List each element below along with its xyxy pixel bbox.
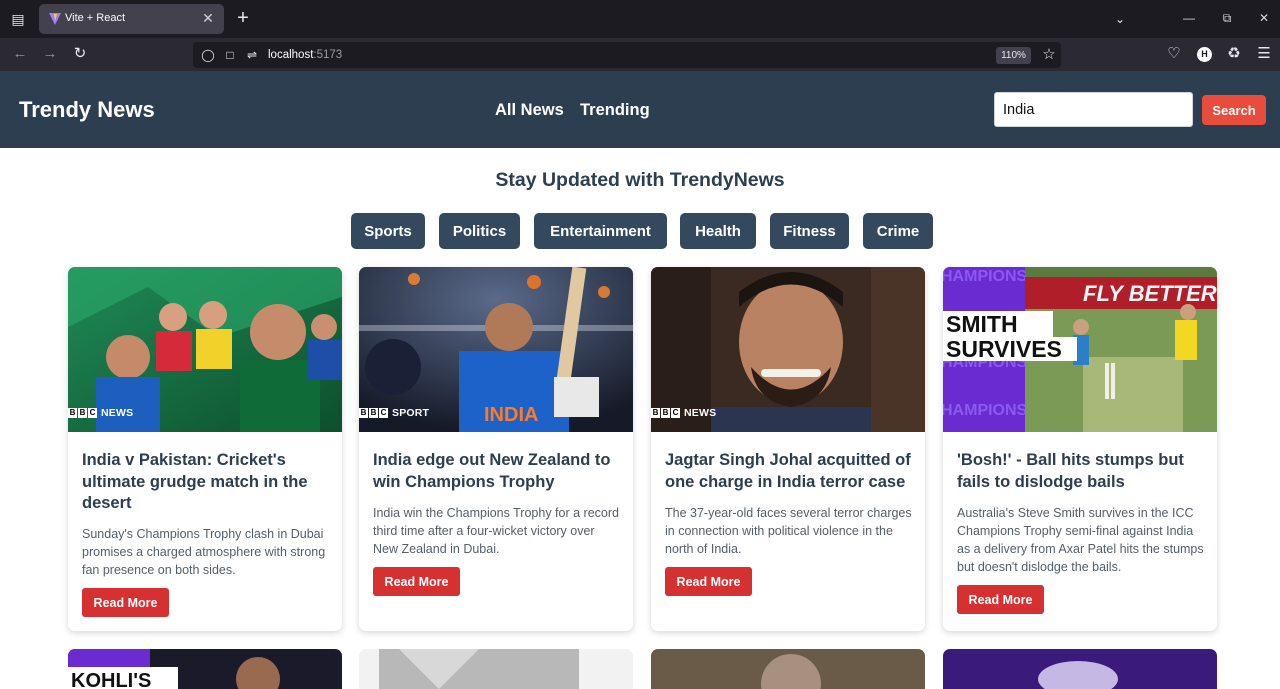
extensions-icon[interactable]: ♻	[1224, 44, 1244, 64]
news-card-description: Australia's Steve Smith survives in the …	[957, 506, 1204, 574]
news-card-partial	[651, 649, 925, 689]
page-tagline: Stay Updated with TrendyNews	[495, 169, 785, 191]
source-badge-text: NEWS	[101, 407, 134, 419]
browser-tab-strip: ▤ Vite + React ✕ + ⌄ — ⧉ ✕	[0, 0, 1280, 38]
read-more-button[interactable]: Read More	[665, 567, 752, 596]
news-card-partial	[359, 649, 633, 689]
tab-title: Vite + React	[65, 12, 126, 24]
news-card-description: India win the Champions Trophy for a rec…	[373, 506, 619, 556]
news-card-image	[943, 649, 1217, 689]
reload-icon[interactable]: ↻	[70, 44, 90, 64]
news-card-image: INDIA BBC SPORT	[359, 267, 633, 432]
search-button[interactable]: Search	[1202, 95, 1266, 125]
tab-list-icon[interactable]: ▤	[6, 7, 30, 31]
close-tab-icon[interactable]: ✕	[200, 10, 216, 26]
read-more-button[interactable]: Read More	[82, 588, 169, 617]
restore-icon[interactable]: ⧉	[1217, 8, 1237, 28]
news-card-title[interactable]: India edge out New Zealand to win Champi…	[373, 450, 623, 493]
bbc-sport-logo: BBC SPORT	[359, 407, 430, 419]
category-fitness-button[interactable]: Fitness	[770, 213, 849, 249]
news-card-image: BBC NEWS	[651, 267, 925, 432]
back-arrow-icon[interactable]: ←	[10, 44, 30, 64]
bbc-news-logo: BBC NEWS	[651, 407, 717, 419]
category-politics-button[interactable]: Politics	[439, 213, 520, 249]
news-card-image	[651, 649, 925, 689]
minimize-icon[interactable]: —	[1179, 8, 1199, 28]
cricket-stumps-image: HAMPIONS HAMPIONS HAMPIONS FLY BETTER SM…	[943, 267, 1217, 432]
category-health-button[interactable]: Health	[680, 213, 756, 249]
vite-favicon-icon	[49, 13, 61, 25]
news-card-image	[359, 649, 633, 689]
browser-tab[interactable]: Vite + React ✕	[39, 4, 224, 34]
news-card: HAMPIONS HAMPIONS HAMPIONS FLY BETTER SM…	[943, 267, 1217, 631]
site-logo[interactable]: Trendy News	[19, 97, 155, 123]
image-headline-text: KOHLI'S	[71, 670, 151, 689]
site-header: Trendy News All News Trending Search	[0, 71, 1280, 148]
menu-icon[interactable]: ☰	[1254, 44, 1274, 64]
read-more-button[interactable]: Read More	[957, 585, 1044, 614]
image-side-text: HAMPIONS	[943, 402, 1028, 419]
url-port: :5173	[313, 49, 343, 61]
new-tab-icon[interactable]: +	[233, 8, 253, 28]
jersey-text: INDIA	[484, 404, 538, 426]
news-card-description: The 37-year-old faces several terror cha…	[665, 506, 912, 556]
window-close-icon[interactable]: ✕	[1254, 8, 1274, 28]
category-crime-button[interactable]: Crime	[863, 213, 933, 249]
image-banner-text: FLY BETTER	[1083, 281, 1217, 306]
address-bar[interactable]: ◯ □ ⇌ localhost:5173 110% ☆	[193, 42, 1061, 68]
image-headline-2: SURVIVES	[946, 336, 1062, 362]
news-card-title[interactable]: 'Bosh!' - Ball hits stumps but fails to …	[957, 450, 1207, 493]
category-entertainment-button[interactable]: Entertainment	[534, 213, 667, 249]
image-side-text: HAMPIONS	[943, 268, 1028, 285]
source-badge-text: SPORT	[392, 407, 430, 419]
nav-all-news[interactable]: All News	[495, 101, 564, 120]
news-card: BBC NEWS Jagtar Singh Johal acquitted of…	[651, 267, 925, 631]
chevron-down-icon[interactable]: ⌄	[1110, 9, 1130, 29]
category-sports-button[interactable]: Sports	[351, 213, 425, 249]
connection-icon[interactable]: ⇌	[243, 46, 261, 64]
browser-toolbar: ← → ↻ ◯ □ ⇌ localhost:5173 110% ☆ ♡ H ♻ …	[0, 38, 1280, 71]
profile-avatar[interactable]: H	[1197, 47, 1212, 62]
bookmark-star-icon[interactable]: ☆	[1039, 45, 1059, 65]
nav-trending[interactable]: Trending	[580, 101, 650, 120]
zoom-level-badge[interactable]: 110%	[996, 47, 1031, 64]
news-card-partial: KOHLI'S	[68, 649, 342, 689]
read-more-button[interactable]: Read More	[373, 567, 460, 596]
page-icon[interactable]: □	[221, 46, 239, 64]
url-host: localhost	[268, 49, 314, 61]
news-card-title[interactable]: Jagtar Singh Johal acquitted of one char…	[665, 450, 915, 493]
news-card-image: HAMPIONS HAMPIONS HAMPIONS FLY BETTER SM…	[943, 267, 1217, 432]
url-text[interactable]: localhost:5173	[268, 49, 342, 61]
news-card: BBC NEWS India v Pakistan: Cricket's ult…	[68, 267, 342, 631]
forward-arrow-icon[interactable]: →	[40, 44, 60, 64]
news-card-description: Sunday's Champions Trophy clash in Dubai…	[82, 527, 326, 577]
search-input[interactable]	[994, 92, 1193, 127]
image-headline-1: SMITH	[946, 311, 1018, 337]
bbc-news-logo: BBC NEWS	[68, 407, 134, 419]
news-card-partial	[943, 649, 1217, 689]
shield-icon[interactable]: ◯	[199, 46, 217, 64]
news-card-image: BBC NEWS	[68, 267, 342, 432]
news-card-title[interactable]: India v Pakistan: Cricket's ultimate gru…	[82, 450, 332, 515]
news-card-image: KOHLI'S	[68, 649, 342, 689]
source-badge-text: NEWS	[684, 407, 717, 419]
pocket-icon[interactable]: ♡	[1164, 44, 1184, 64]
news-card: INDIA BBC SPORT India edge out New Zeala…	[359, 267, 633, 631]
